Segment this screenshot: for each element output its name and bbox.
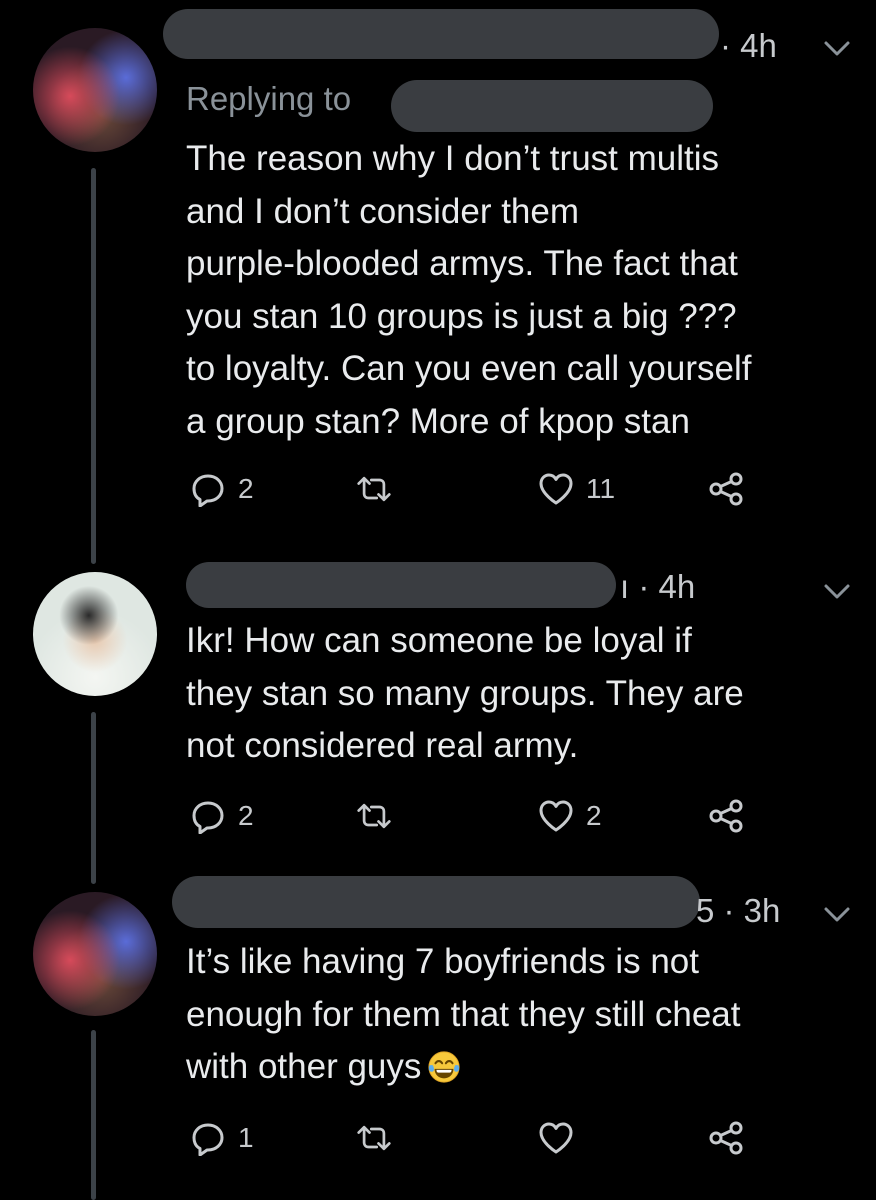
redacted-username	[172, 876, 700, 928]
tweet-text: Ikr! How can someone be loyal if they st…	[186, 615, 846, 773]
retweet-icon	[357, 476, 391, 502]
retweet-button[interactable]	[356, 1120, 392, 1156]
tweet-text-line: The reason why I don’t trust multis	[186, 139, 719, 178]
chevron-down-icon[interactable]	[822, 38, 852, 60]
tweet-text-line-with-emoji: with other guys	[186, 1041, 846, 1094]
tweet-timestamp: 5 · 3h	[696, 892, 781, 929]
chevron-down-icon[interactable]	[822, 904, 852, 926]
like-button[interactable]: 11	[538, 471, 615, 507]
redacted-username	[163, 9, 719, 59]
share-icon	[709, 799, 743, 833]
like-button[interactable]	[538, 1120, 574, 1156]
share-button[interactable]	[708, 798, 744, 834]
reply-icon	[192, 801, 224, 834]
tweet[interactable]: · 4h Replying to The reason why I don’t …	[0, 0, 876, 540]
tweet-text-line: you stan 10 groups is just a big ???	[186, 296, 737, 336]
tweet-text-line: a group stan? More of kpop stan	[186, 401, 690, 441]
replying-to-label: Replying to	[186, 80, 352, 117]
reply-icon	[192, 474, 224, 507]
tweet-text-line: and I don’t consider them	[186, 191, 580, 231]
like-count: 11	[586, 473, 616, 504]
share-button[interactable]	[708, 1120, 744, 1156]
heart-icon	[539, 1122, 573, 1154]
tweet-text-line: not considered real army.	[186, 726, 579, 765]
share-icon	[709, 472, 743, 506]
retweet-icon	[357, 1125, 391, 1151]
reply-button[interactable]: 2	[190, 471, 254, 507]
reply-icon	[192, 1123, 224, 1156]
retweet-icon	[357, 803, 391, 829]
tweet-timestamp: ı · 4h	[620, 568, 696, 605]
tweet-text-line: enough for them that they still cheat	[186, 994, 741, 1034]
redacted-reply-handle	[391, 80, 713, 132]
tweet-actions: 2 11	[0, 466, 876, 516]
avatar[interactable]	[33, 28, 157, 152]
reply-button[interactable]: 2	[190, 798, 254, 834]
tweet-text-line: purple-blooded armys. The fact that	[186, 244, 738, 283]
share-icon	[709, 1121, 743, 1155]
face-with-tears-of-joy-emoji	[428, 1051, 460, 1083]
tweet[interactable]: ı · 4h Ikr! How can someone be loyal if …	[0, 540, 876, 860]
tweet-timestamp: · 4h	[720, 27, 777, 64]
retweet-button[interactable]	[356, 798, 392, 834]
redacted-username	[186, 562, 616, 608]
heart-icon	[539, 473, 573, 505]
tweet-text-line: Ikr! How can someone be loyal if	[186, 621, 692, 660]
tweet-text-line: they stan so many groups. They are	[186, 673, 744, 713]
like-button[interactable]: 2	[538, 798, 602, 834]
tweet-text-line: to loyalty. Can you even call yourself	[186, 349, 752, 388]
share-button[interactable]	[708, 471, 744, 507]
reply-count: 2	[238, 800, 254, 831]
avatar[interactable]	[33, 892, 157, 1016]
reply-button[interactable]: 1	[190, 1120, 254, 1156]
chevron-down-icon[interactable]	[822, 581, 852, 603]
like-count: 2	[586, 800, 602, 831]
tweet[interactable]: 5 · 3h It’s like having 7 boyfriends is …	[0, 860, 876, 1200]
tweet-actions: 1	[0, 1116, 876, 1166]
tweet-text: The reason why I don’t trust multis and …	[186, 133, 846, 448]
reply-count: 1	[238, 1122, 254, 1153]
tweet-text: It’s like having 7 boyfriends is not eno…	[186, 936, 846, 1094]
avatar[interactable]	[33, 572, 157, 696]
heart-icon	[539, 800, 573, 832]
retweet-button[interactable]	[356, 471, 392, 507]
reply-count: 2	[238, 473, 254, 504]
tweet-actions: 2 2	[0, 794, 876, 844]
tweet-text-line: It’s like having 7 boyfriends is not	[186, 942, 699, 981]
tweet-text-line: with other guys	[186, 1047, 422, 1086]
